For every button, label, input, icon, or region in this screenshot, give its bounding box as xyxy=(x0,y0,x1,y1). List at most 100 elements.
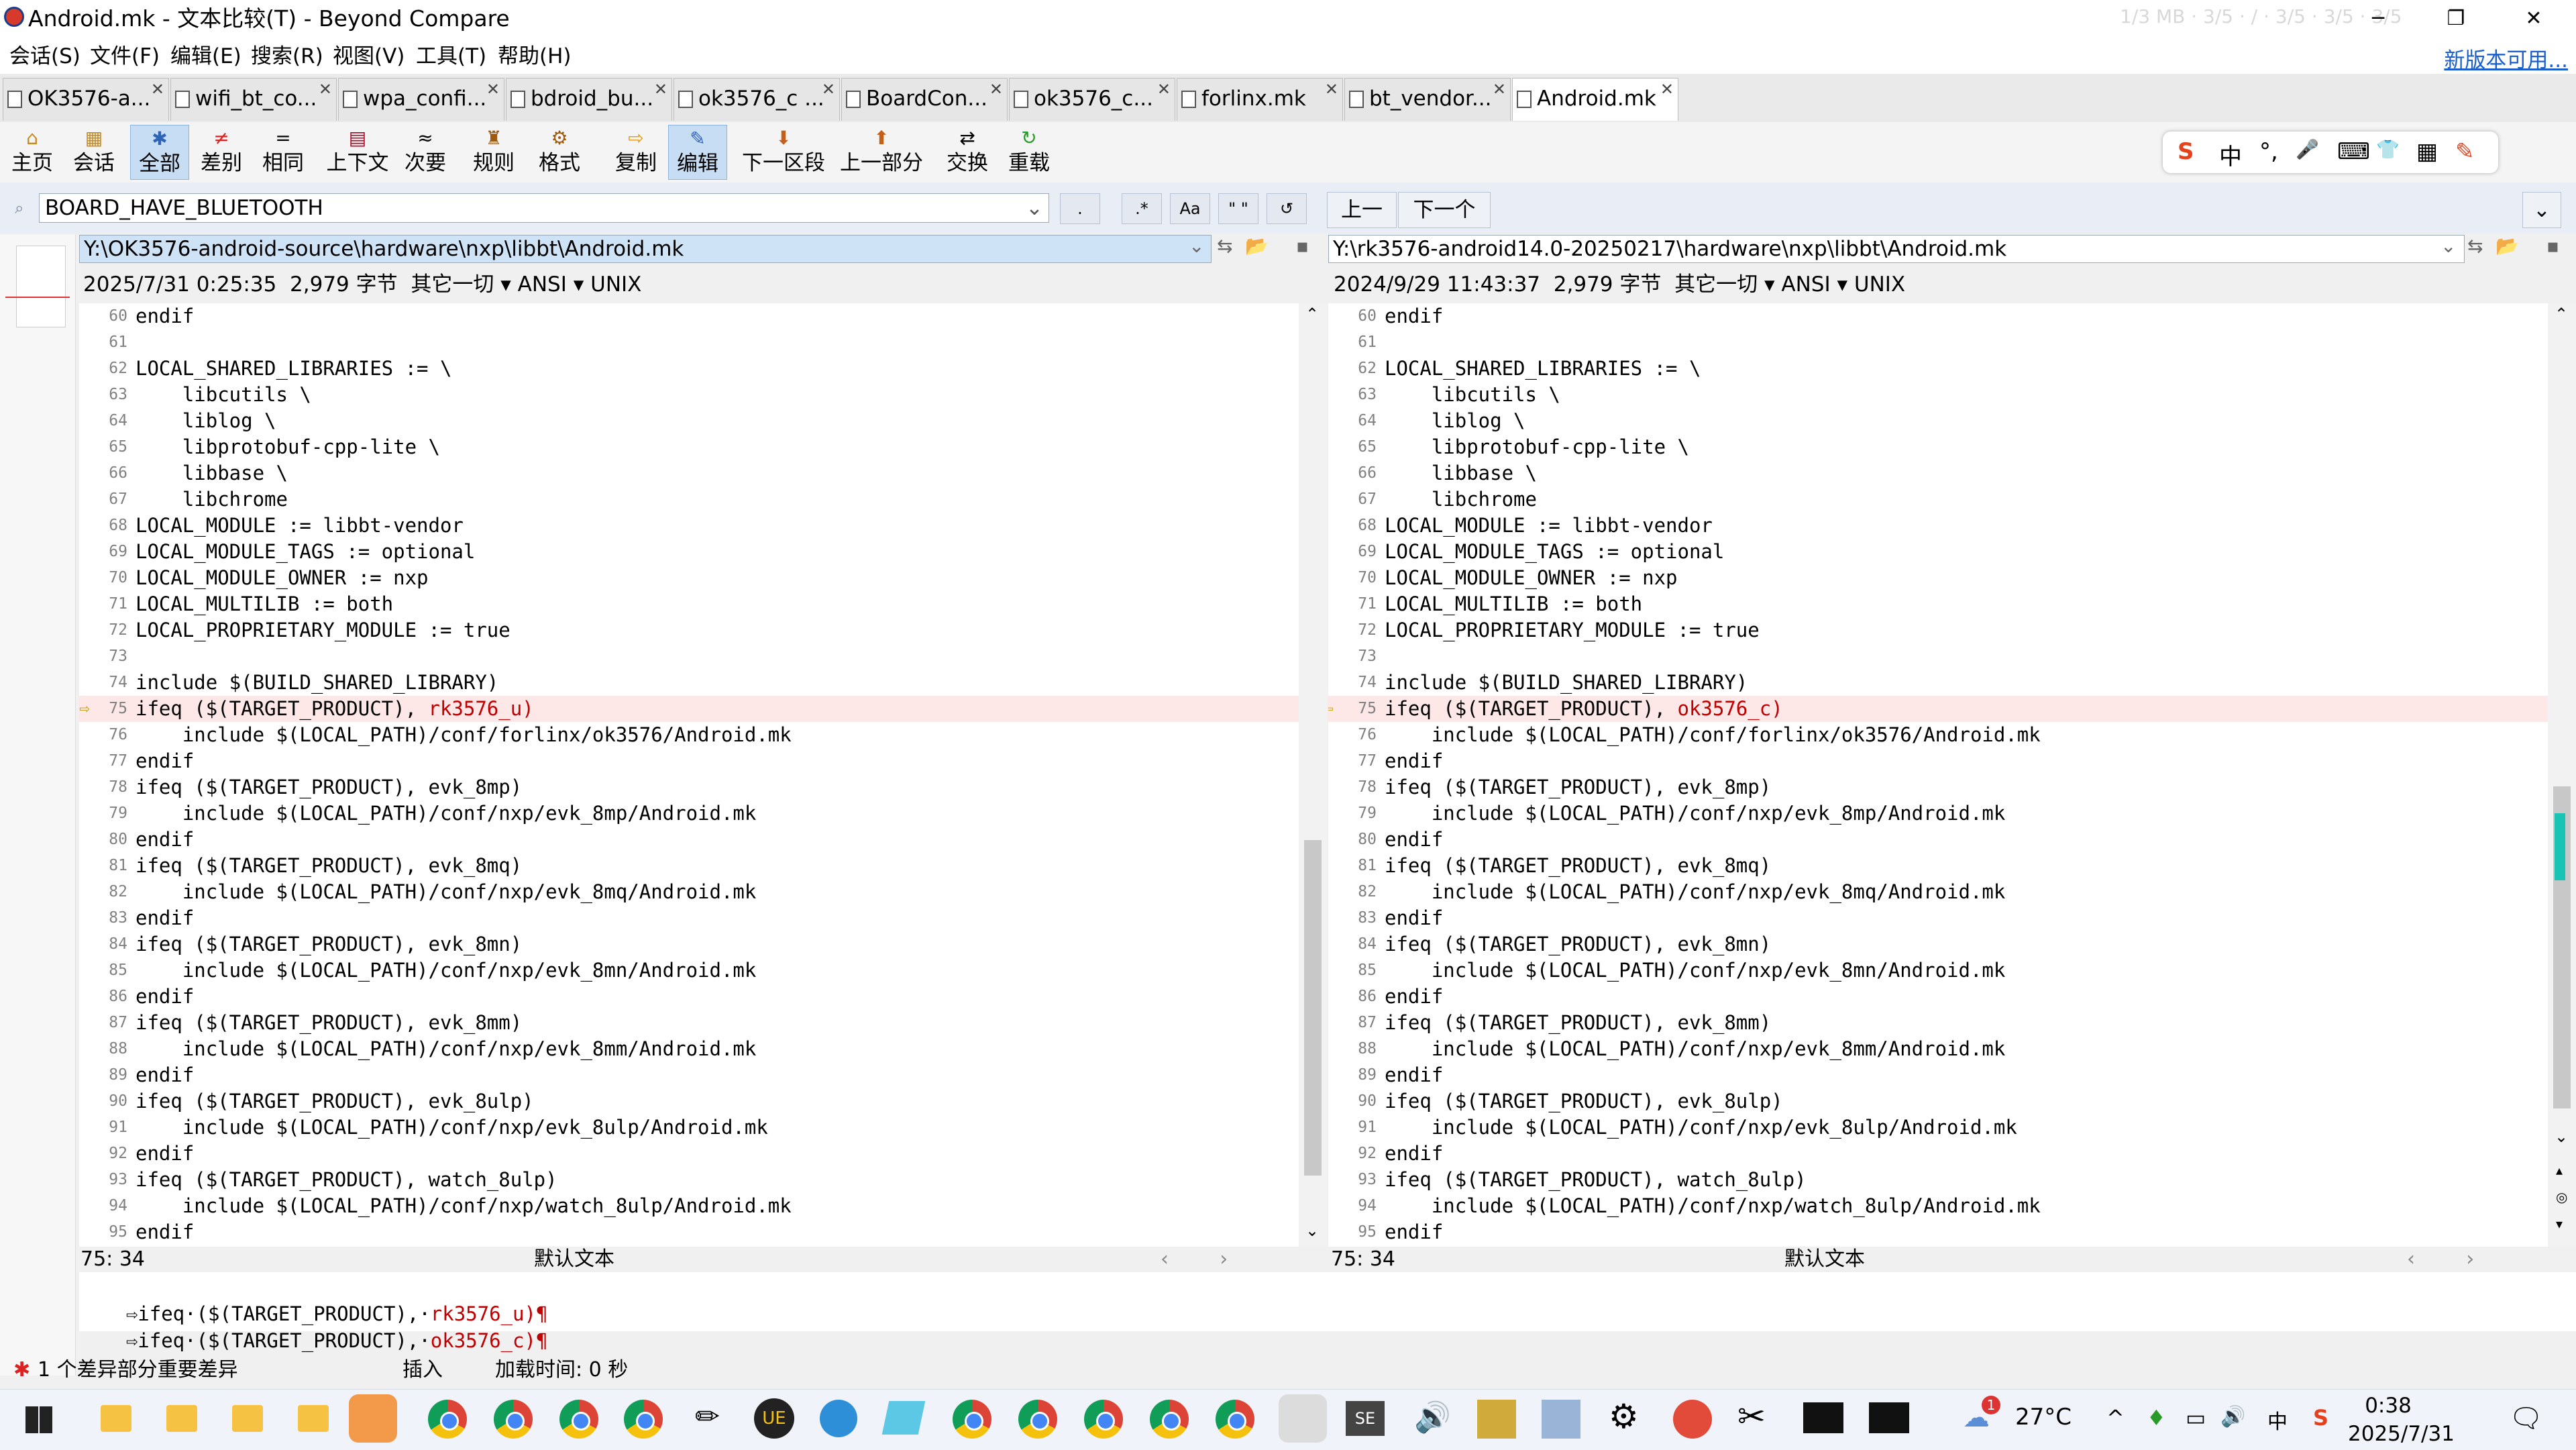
menu-file[interactable]: 文件(F) xyxy=(90,43,160,70)
code-line[interactable]: 91 include $(LOCAL_PATH)/conf/nxp/evk_8u… xyxy=(1328,1115,2548,1141)
menu-edit[interactable]: 编辑(E) xyxy=(170,43,241,70)
rules-button[interactable]: ♜ 规则 xyxy=(464,125,523,180)
close-icon[interactable]: ✕ xyxy=(1660,69,1674,109)
keyboard-icon[interactable]: ⌨ xyxy=(2337,138,2370,165)
left-path-input[interactable]: Y:\OK3576-android-source\hardware\nxp\li… xyxy=(79,235,1212,263)
punctuation-icon[interactable]: °, xyxy=(2259,138,2278,165)
right-encoding-select[interactable]: ANSI ▾ xyxy=(1781,272,1847,297)
close-icon[interactable]: ✕ xyxy=(822,69,835,109)
close-icon[interactable]: ✕ xyxy=(1157,69,1171,109)
context-button[interactable]: ▤ 上下文 xyxy=(322,125,393,180)
microphone-icon[interactable]: 🎤 xyxy=(2296,138,2319,160)
left-save-icon[interactable]: ▪ xyxy=(1296,235,1309,257)
code-line[interactable]: 74 include $(BUILD_SHARED_LIBRARY) xyxy=(1328,670,2548,696)
code-line[interactable]: 85 include $(LOCAL_PATH)/conf/nxp/evk_8m… xyxy=(1328,957,2548,984)
se-icon[interactable]: SE xyxy=(1346,1401,1385,1436)
code-line[interactable]: 63 libcutils \ xyxy=(79,382,1299,408)
code-line[interactable]: 93 ifeq ($(TARGET_PRODUCT), watch_8ulp) xyxy=(1328,1167,2548,1193)
next-match-button[interactable]: 下一个 xyxy=(1398,192,1491,228)
scroll-up-icon[interactable]: ⌃ xyxy=(2555,305,2568,323)
code-line[interactable]: 77 endif xyxy=(79,748,1299,774)
same-button[interactable]: = 相同 xyxy=(254,125,313,180)
tray-app-icon[interactable]: ♦ xyxy=(2147,1405,2166,1431)
left-filter-select[interactable]: 其它一切 ▾ xyxy=(411,272,511,297)
tab-forlinx-mk[interactable]: forlinx.mk ✕ xyxy=(1177,78,1343,121)
home-button[interactable]: ⌂ 主页 xyxy=(5,125,59,180)
expand-icon[interactable]: ▾ xyxy=(2556,1216,2563,1232)
code-line[interactable]: 71 LOCAL_MULTILIB := both xyxy=(79,591,1299,617)
code-line[interactable]: 91 include $(LOCAL_PATH)/conf/nxp/evk_8u… xyxy=(79,1115,1299,1141)
tab-wpa-confi[interactable]: wpa_confi... ✕ xyxy=(338,78,504,121)
minor-button[interactable]: ≈ 次要 xyxy=(396,125,455,180)
network-icon[interactable]: ▭ xyxy=(2186,1405,2206,1431)
code-line[interactable]: 60 endif xyxy=(79,303,1299,329)
code-line[interactable]: 78 ifeq ($(TARGET_PRODUCT), evk_8mp) xyxy=(79,774,1299,800)
menu-session[interactable]: 会话(S) xyxy=(9,43,80,70)
code-line[interactable]: 81 ifeq ($(TARGET_PRODUCT), evk_8mq) xyxy=(79,853,1299,879)
code-line[interactable]: 74 include $(BUILD_SHARED_LIBRARY) xyxy=(79,670,1299,696)
tab-wifi-bt-co[interactable]: wifi_bt_co... ✕ xyxy=(170,78,337,121)
format-button[interactable]: ⚙ 格式 xyxy=(526,125,593,180)
reset-filter-button[interactable]: ↺ xyxy=(1267,193,1307,224)
code-line[interactable]: 68 LOCAL_MODULE := libbt-vendor xyxy=(1328,513,2548,539)
code-line[interactable]: 66 libbase \ xyxy=(1328,460,2548,486)
code-line[interactable]: 77 endif xyxy=(1328,748,2548,774)
overview-gutter[interactable] xyxy=(0,235,76,1376)
code-line[interactable]: 88 include $(LOCAL_PATH)/conf/nxp/evk_8m… xyxy=(79,1036,1299,1062)
right-code-pane[interactable]: 60 endif 61 62 LOCAL_SHARED_LIBRARIES := \ 63… xyxy=(1328,303,2548,1247)
code-line[interactable]: 93 ifeq ($(TARGET_PRODUCT), watch_8ulp) xyxy=(79,1167,1299,1193)
diff-button[interactable]: ≠ 差别 xyxy=(192,125,251,180)
scroll-thumb[interactable] xyxy=(1304,840,1322,1176)
code-line[interactable]: 82 include $(LOCAL_PATH)/conf/nxp/evk_8m… xyxy=(1328,879,2548,905)
code-line[interactable]: 62 LOCAL_SHARED_LIBRARIES := \ xyxy=(79,356,1299,382)
ime-toolbar[interactable]: S 中 °, 🎤 ⌨ 👕 ▦ ✎ xyxy=(2163,132,2498,173)
code-line[interactable]: 72 LOCAL_PROPRIETARY_MODULE := true xyxy=(79,617,1299,643)
sogou-icon[interactable]: S xyxy=(2178,138,2194,165)
collapse-icon[interactable]: ▴ xyxy=(2556,1162,2563,1178)
close-icon[interactable]: ✕ xyxy=(654,69,667,109)
audio-icon[interactable]: 🔊 xyxy=(1414,1400,1451,1435)
code-line[interactable]: 62 LOCAL_SHARED_LIBRARIES := \ xyxy=(1328,356,2548,382)
right-scrollbar[interactable]: ⌃ ⌄ ▴ ◎ ▾ xyxy=(2548,303,2576,1247)
menu-help[interactable]: 帮助(H) xyxy=(498,43,572,70)
chevron-down-icon[interactable]: ⌄ xyxy=(1026,194,1043,222)
regex-button[interactable]: .* xyxy=(1122,193,1162,224)
tab-ok3576-c-1[interactable]: ok3576_c ... ✕ xyxy=(674,78,840,121)
filter-input[interactable]: BOARD_HAVE_BLUETOOTH ⌄ xyxy=(39,193,1049,223)
code-line[interactable]: 73 xyxy=(1328,643,2548,670)
code-line[interactable]: 86 endif xyxy=(1328,984,2548,1010)
code-line[interactable]: 67 libchrome xyxy=(79,486,1299,513)
stack-icon[interactable] xyxy=(881,1401,926,1435)
swirl-app-icon[interactable] xyxy=(624,1400,663,1439)
code-line[interactable]: 60 endif xyxy=(1328,303,2548,329)
code-line[interactable]: 70 LOCAL_MODULE_OWNER := nxp xyxy=(79,565,1299,591)
code-line[interactable]: 65 libprotobuf-cpp-lite \ xyxy=(79,434,1299,460)
right-open-folder-icon[interactable]: 📂 xyxy=(2496,235,2519,257)
close-icon[interactable]: ✕ xyxy=(319,69,332,109)
right-history-icon[interactable]: ⇆ xyxy=(2467,235,2483,257)
close-icon[interactable]: ✕ xyxy=(1325,69,1338,109)
code-line[interactable]: 92 endif xyxy=(79,1141,1299,1167)
sync-icon[interactable]: ◎ xyxy=(2556,1189,2567,1205)
left-line-ending[interactable]: UNIX xyxy=(590,272,641,297)
left-encoding-select[interactable]: ANSI ▾ xyxy=(518,272,584,297)
whole-word-button[interactable]: " " xyxy=(1218,193,1258,224)
code-line[interactable]: 80 endif xyxy=(1328,827,2548,853)
scroll-down-icon[interactable]: ⌄ xyxy=(2555,1127,2568,1146)
close-icon[interactable]: ✕ xyxy=(151,69,164,109)
chrome-icon[interactable] xyxy=(1150,1400,1189,1439)
folder-icon[interactable] xyxy=(232,1405,263,1432)
filter-menu-button[interactable]: ⌄ xyxy=(2522,192,2561,228)
folder-icon[interactable] xyxy=(298,1405,329,1432)
tools-icon[interactable]: ✂ xyxy=(1737,1397,1766,1436)
keil-icon[interactable] xyxy=(1477,1400,1516,1439)
code-line[interactable]: 84 ifeq ($(TARGET_PRODUCT), evk_8mn) xyxy=(79,931,1299,957)
volume-icon[interactable]: 🔊 xyxy=(2220,1405,2245,1429)
close-icon[interactable]: ✕ xyxy=(1493,69,1506,109)
menu-search[interactable]: 搜索(R) xyxy=(251,43,323,70)
code-line[interactable]: 90 ifeq ($(TARGET_PRODUCT), evk_8ulp) xyxy=(79,1088,1299,1115)
edit-button[interactable]: ✎ 编辑 xyxy=(668,125,727,180)
scroll-up-icon[interactable]: ⌃ xyxy=(1305,305,1319,323)
code-line[interactable]: 69 LOCAL_MODULE_TAGS := optional xyxy=(79,539,1299,565)
code-line[interactable]: 80 endif xyxy=(79,827,1299,853)
